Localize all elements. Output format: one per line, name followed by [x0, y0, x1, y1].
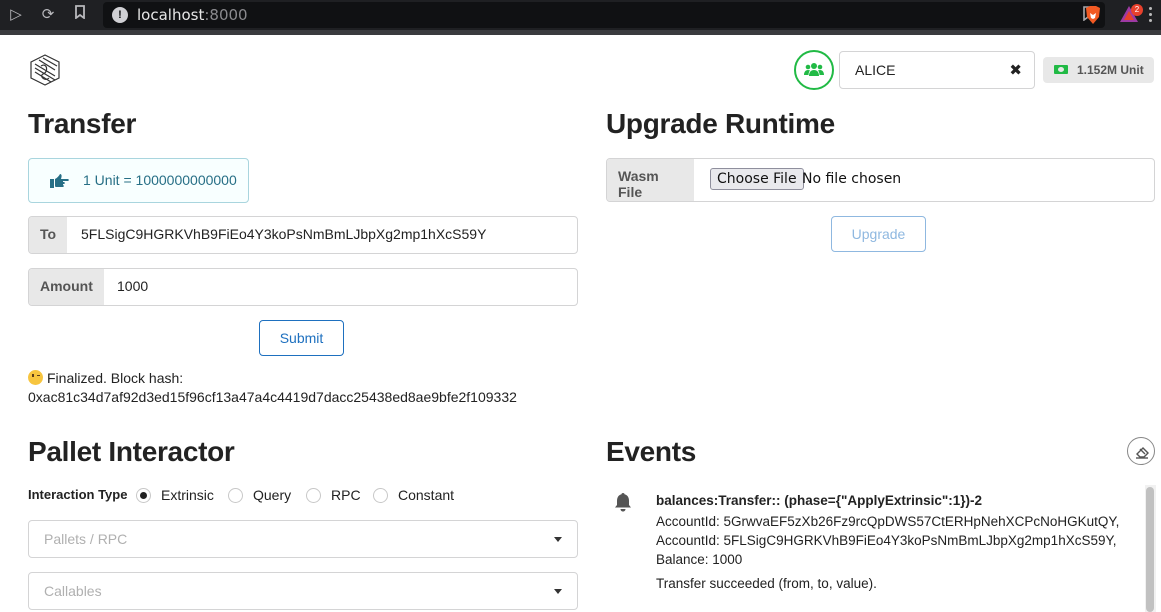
- event-line: Balance: 1000: [656, 552, 743, 567]
- callables-placeholder: Callables: [44, 583, 102, 599]
- browser-toolbar: ▷ ⟳ ! localhost:8000 2: [0, 0, 1161, 30]
- events-title: Events: [606, 436, 697, 467]
- chevron-down-icon: [554, 589, 562, 594]
- balance-value: 1.152M Unit: [1077, 63, 1144, 77]
- upgrade-button[interactable]: Upgrade: [831, 216, 926, 252]
- event-line: AccountId: 5FLSigC9HGRKVhB9FiEo4Y3koPsNm…: [656, 533, 1117, 548]
- money-icon: [1054, 65, 1068, 74]
- wink-emoji-icon: [28, 370, 43, 385]
- pallets-dropdown[interactable]: Pallets / RPC: [28, 520, 578, 558]
- choose-file-button[interactable]: Choose File: [710, 168, 804, 190]
- address-bar[interactable]: ! localhost:8000: [103, 2, 1105, 28]
- amount-input[interactable]: 1000: [117, 278, 148, 294]
- radio-query-circle[interactable]: [228, 488, 243, 503]
- event-line: AccountId: 5GrwvaEF5zXb26Fz9rcQpDWS57CtE…: [656, 514, 1120, 529]
- upgrade-title: Upgrade Runtime: [606, 108, 835, 139]
- no-file-text: No file chosen: [802, 171, 902, 187]
- to-input[interactable]: 5FLSigC9HGRKVhB9FiEo4Y3koPsNmBmLJbpXg2mp…: [81, 226, 486, 242]
- url-text: localhost:8000: [137, 6, 248, 24]
- radio-constant-circle[interactable]: [373, 488, 388, 503]
- event-description: Transfer succeeded (from, to, value).: [656, 576, 877, 591]
- events-scrollbar-thumb[interactable]: [1146, 487, 1154, 612]
- event-header: balances:Transfer:: (phase={"ApplyExtrin…: [656, 493, 983, 508]
- chevron-down-icon: [554, 537, 562, 542]
- radio-extrinsic-circle[interactable]: [136, 488, 151, 503]
- notification-badge: 2: [1131, 4, 1143, 16]
- account-name: ALICE: [855, 62, 896, 78]
- radio-rpc-label: RPC: [331, 487, 361, 503]
- reload-icon[interactable]: ⟳: [38, 5, 58, 25]
- hand-point-right-icon: [49, 173, 69, 194]
- accounts-icon[interactable]: [794, 50, 834, 90]
- wasm-file-field: Wasm File Choose File No file chosen: [606, 158, 1155, 202]
- bookmark-icon[interactable]: [70, 5, 90, 25]
- transfer-status: Finalized. Block hash: 0xac81c34d7af92d3…: [28, 369, 517, 407]
- brave-shield-icon[interactable]: [1084, 5, 1102, 25]
- wasm-file-label: Wasm File: [607, 159, 694, 201]
- substrate-logo-icon: [27, 52, 63, 88]
- account-selector[interactable]: ALICE ✖: [839, 51, 1035, 89]
- pallet-interactor-title: Pallet Interactor: [28, 436, 235, 467]
- radio-rpc-circle[interactable]: [306, 488, 321, 503]
- bell-icon: [612, 491, 634, 518]
- brave-rewards-icon[interactable]: 2: [1119, 4, 1143, 25]
- clear-account-icon[interactable]: ✖: [1009, 61, 1022, 79]
- to-label: To: [29, 217, 68, 253]
- submit-button[interactable]: Submit: [259, 320, 344, 356]
- transfer-title: Transfer: [28, 108, 137, 139]
- clear-events-button[interactable]: [1127, 437, 1155, 465]
- amount-label: Amount: [29, 269, 104, 305]
- site-info-icon[interactable]: !: [112, 7, 128, 23]
- to-field[interactable]: To 5FLSigC9HGRKVhB9FiEo4Y3koPsNmBmLJbpXg…: [28, 216, 578, 254]
- unit-info-message: 1 Unit = 1000000000000: [28, 158, 249, 203]
- unit-info-text: 1 Unit = 1000000000000: [83, 172, 237, 188]
- radio-constant-label: Constant: [398, 487, 455, 503]
- status-text: Finalized. Block hash:: [47, 370, 184, 386]
- callables-dropdown[interactable]: Callables: [28, 572, 578, 610]
- browser-menu-icon[interactable]: [1149, 7, 1153, 23]
- amount-field[interactable]: Amount 1000: [28, 268, 578, 306]
- radio-extrinsic-label: Extrinsic: [161, 487, 214, 503]
- radio-query-label: Query: [253, 487, 292, 503]
- balance-label: 1.152M Unit: [1043, 57, 1154, 83]
- interaction-type-label: Interaction Type: [28, 487, 128, 502]
- eraser-icon: [1136, 447, 1149, 459]
- event-details: AccountId: 5GrwvaEF5zXb26Fz9rcQpDWS57CtE…: [656, 512, 1119, 569]
- block-hash: 0xac81c34d7af92d3ed15f96cf13a47a4c4419d7…: [28, 389, 517, 405]
- back-icon[interactable]: ▷: [6, 5, 26, 25]
- toolbar-divider: [0, 30, 1161, 35]
- pallets-placeholder: Pallets / RPC: [44, 531, 128, 547]
